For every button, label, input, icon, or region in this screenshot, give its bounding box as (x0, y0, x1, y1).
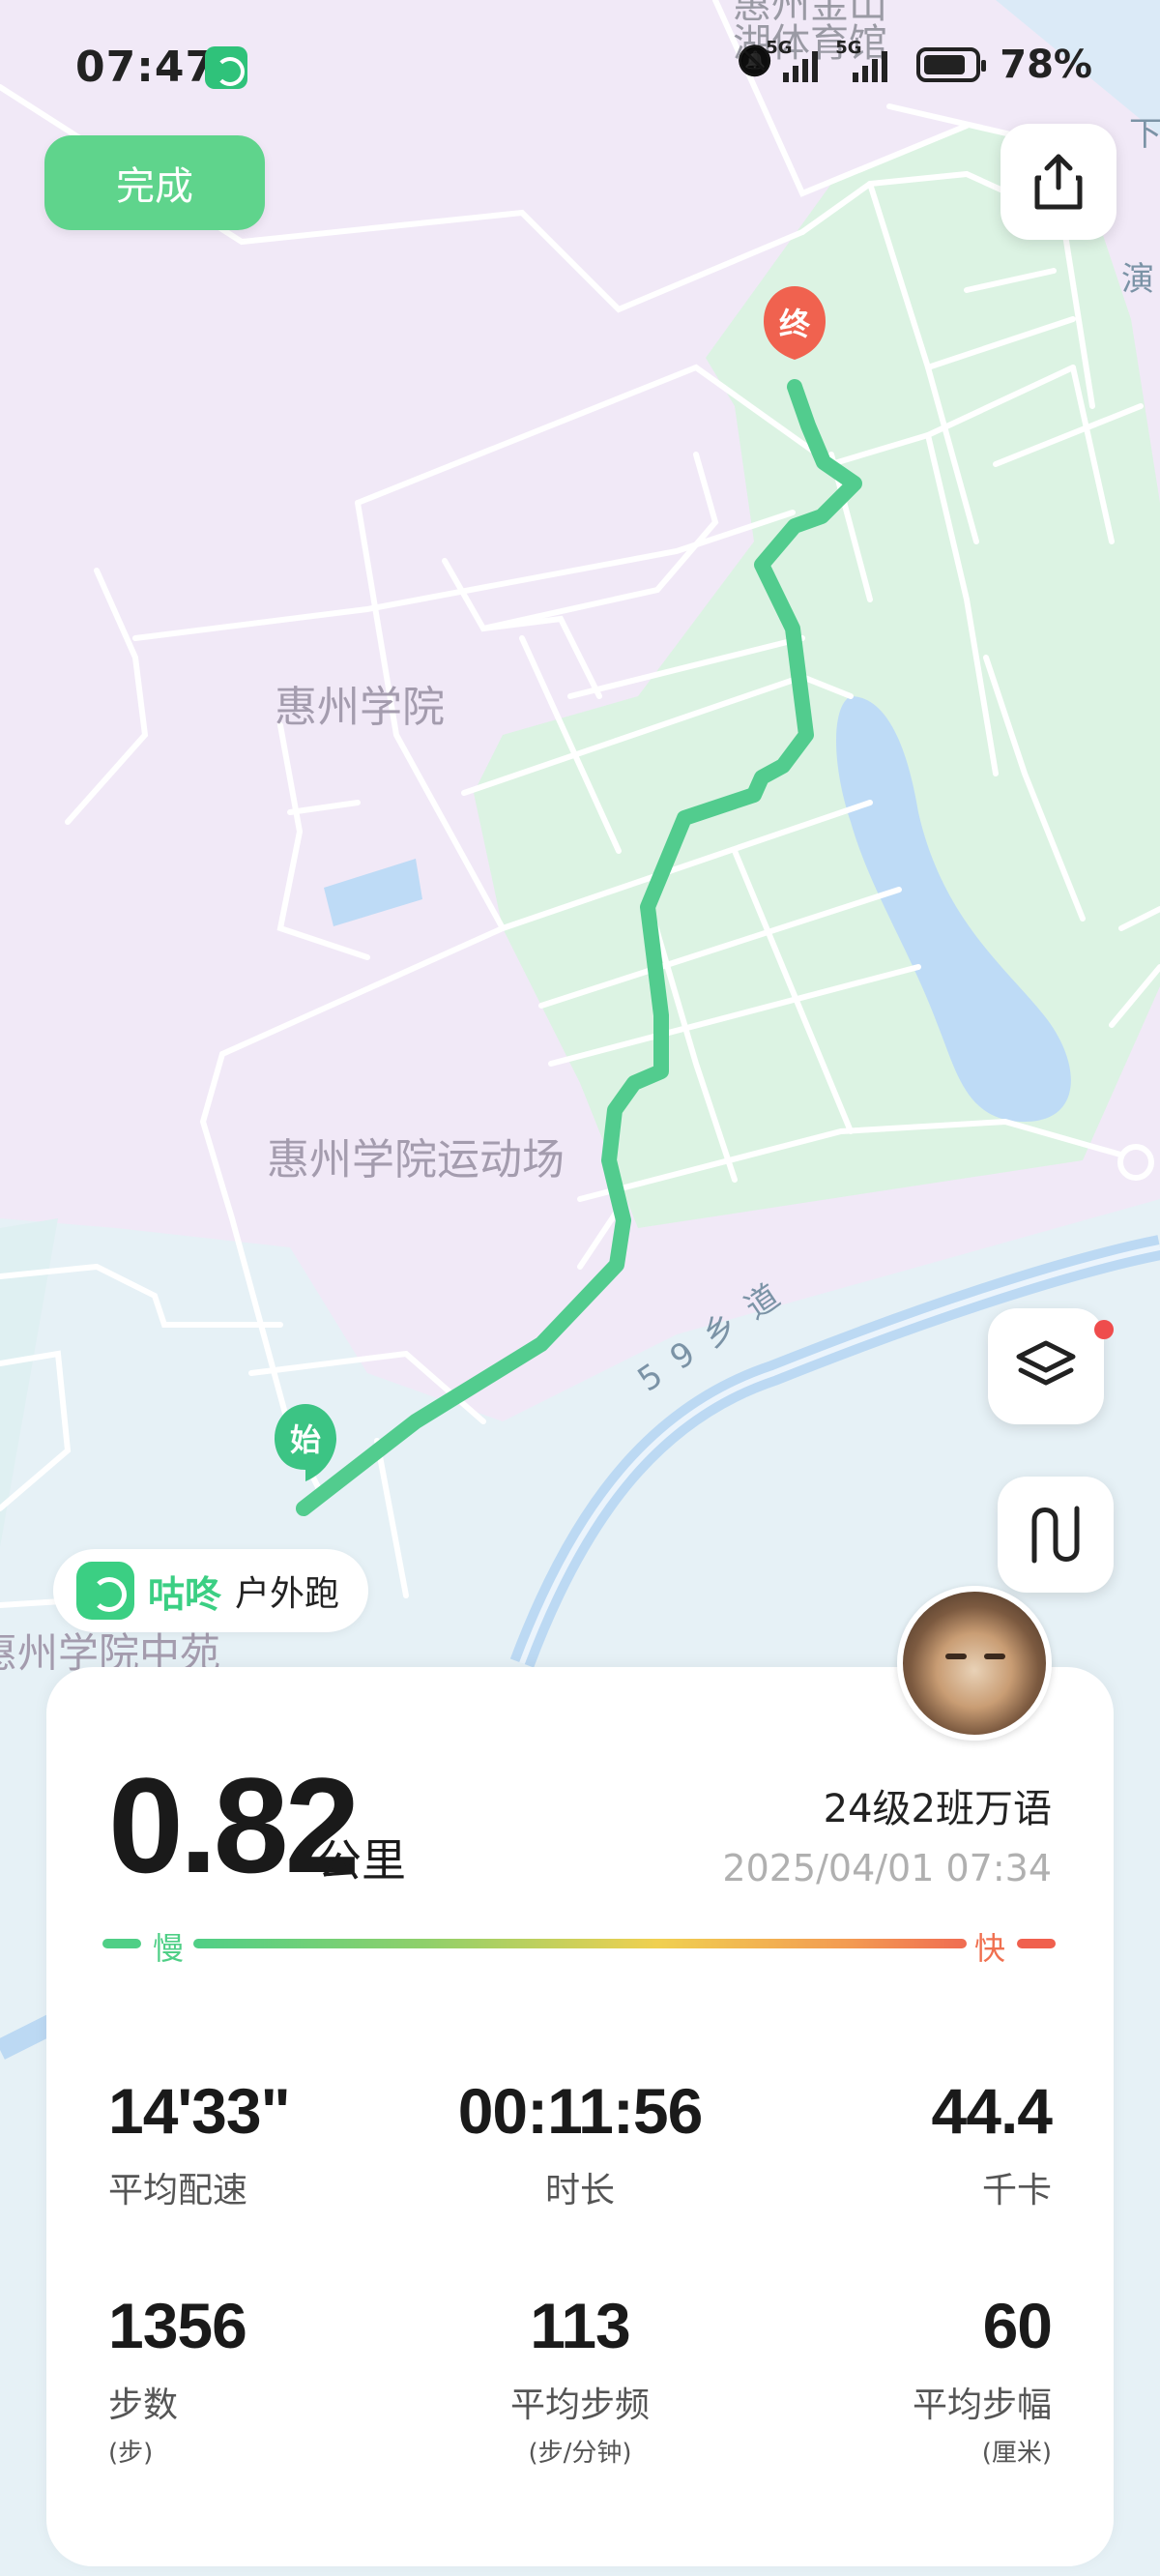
map-label-sports-field: 惠州学院运动场 (267, 1135, 565, 1185)
status-right: 5G 5G 78% (737, 38, 1092, 87)
stat-value: 14'33" (108, 2075, 291, 2147)
stat-label: 平均步频 (509, 2386, 650, 2425)
codoon-notification-icon (205, 46, 247, 89)
stat-label: 时长 (544, 2171, 615, 2210)
pace-legend: 慢 快 (102, 1924, 1056, 1967)
battery-percent: 78% (1000, 43, 1092, 87)
layers-notification-dot (1094, 1320, 1114, 1339)
brand-name: 咕咚 (148, 1572, 222, 1616)
map-label-right-2: 演 (1121, 260, 1154, 299)
stat-label: 步数 (108, 2386, 179, 2425)
status-bar: 07:47 5G 5G 78% (0, 0, 1160, 135)
stat-steps: 1356 步数 (步) (108, 2294, 418, 2469)
stat-value: 44.4 (931, 2075, 1053, 2147)
stat-duration: 00:11:56 时长 (425, 2079, 735, 2212)
stat-calories: 44.4 千卡 (742, 2075, 1053, 2212)
track-replay-button[interactable] (998, 1477, 1114, 1593)
activity-type: 户外跑 (235, 1574, 340, 1614)
stat-stride: 60 平均步幅 (厘米) (742, 2290, 1053, 2469)
share-button[interactable] (1000, 124, 1116, 240)
stat-unit: (厘米) (981, 2439, 1052, 2468)
user-name: 24级2班万语 (823, 1787, 1052, 1831)
pace-gradient-bar (193, 1939, 967, 1948)
share-icon (1034, 154, 1083, 210)
run-date: 2025/04/01 07:34 (722, 1847, 1052, 1889)
signal-icon-1: 5G (766, 38, 819, 82)
stat-value: 60 (982, 2290, 1053, 2361)
mute-icon (737, 48, 769, 81)
map-layers-button[interactable] (988, 1308, 1104, 1424)
stat-label: 平均步幅 (912, 2386, 1052, 2425)
codoon-logo-icon (76, 1562, 134, 1620)
pace-legend-slow-bar (102, 1939, 141, 1948)
stat-avg-pace: 14'33" 平均配速 (108, 2079, 418, 2212)
route-curve-icon (1031, 1506, 1080, 1564)
signal-icon-2: 5G (835, 38, 888, 82)
stat-unit: (步/分钟) (528, 2439, 632, 2468)
network-type-1: 5G (766, 38, 793, 58)
start-marker-label: 始 (290, 1421, 321, 1458)
stat-value: 1356 (108, 2290, 247, 2361)
stat-cadence: 113 平均步频 (步/分钟) (425, 2294, 735, 2469)
pace-legend-slow: 慢 (153, 1930, 185, 1967)
map-label-college: 惠州学院 (275, 683, 445, 732)
end-marker-label: 终 (779, 306, 811, 342)
status-time: 07:47 (75, 43, 217, 92)
user-avatar[interactable] (897, 1586, 1052, 1741)
distance-unit: 公里 (317, 1834, 406, 1887)
brand-chip: 咕咚 户外跑 (53, 1549, 369, 1632)
stat-label: 平均配速 (108, 2171, 248, 2210)
stat-value: 00:11:56 (457, 2075, 704, 2147)
pace-legend-fast-bar (1017, 1939, 1056, 1948)
layers-icon (1016, 1340, 1076, 1386)
stat-label: 千卡 (981, 2171, 1052, 2210)
stat-unit: (步) (108, 2439, 154, 2468)
pace-legend-fast: 快 (973, 1930, 1005, 1967)
done-button[interactable]: 完成 (44, 135, 265, 230)
stat-value: 113 (530, 2290, 630, 2361)
network-type-2: 5G (835, 38, 862, 58)
battery-icon (916, 47, 987, 82)
